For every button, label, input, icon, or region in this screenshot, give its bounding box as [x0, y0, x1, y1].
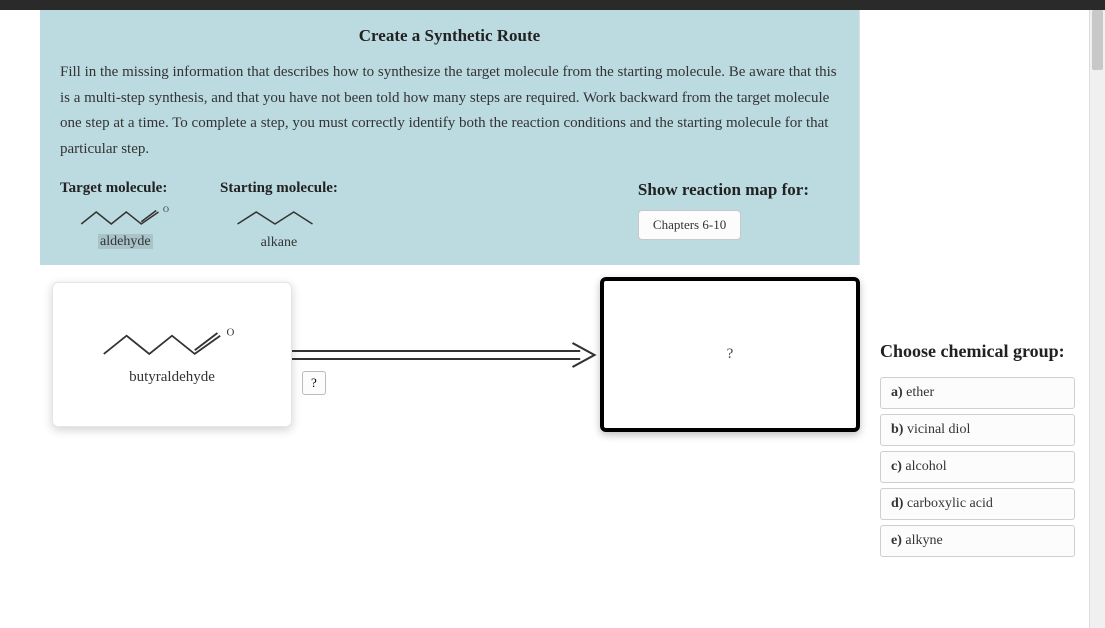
main-area: Create a Synthetic Route Fill in the mis…	[0, 10, 860, 452]
starting-structure-icon	[220, 203, 330, 233]
svg-text:O: O	[163, 205, 169, 214]
product-card[interactable]: O butyraldehyde	[52, 282, 292, 427]
product-name: butyraldehyde	[129, 369, 215, 386]
target-structure-icon: O	[60, 203, 200, 233]
target-name: aldehyde	[60, 233, 200, 250]
choice-e[interactable]: e) alkyne	[880, 525, 1075, 557]
choice-b[interactable]: b) vicinal diol	[880, 414, 1075, 446]
header-panel: Create a Synthetic Route Fill in the mis…	[40, 10, 860, 265]
scrollbar-thumb[interactable]	[1092, 10, 1103, 70]
choice-c[interactable]: c) alcohol	[880, 451, 1075, 483]
page-title: Create a Synthetic Route	[60, 26, 839, 46]
starting-label: Starting molecule:	[220, 180, 338, 197]
choose-label: Choose chemical group:	[880, 340, 1085, 363]
reactant-placeholder: ?	[727, 346, 734, 363]
conditions-placeholder-button[interactable]: ?	[302, 371, 326, 395]
scrollbar-track[interactable]	[1089, 10, 1105, 628]
chapters-button[interactable]: Chapters 6-10	[638, 210, 741, 240]
reaction-map-label: Show reaction map for:	[638, 180, 809, 200]
starting-molecule-block: Starting molecule: alkane	[220, 180, 338, 251]
synthesis-row: O butyraldehyde ? ?	[40, 265, 860, 452]
page-container: Create a Synthetic Route Fill in the mis…	[0, 10, 1105, 562]
choice-d[interactable]: d) carboxylic acid	[880, 488, 1075, 520]
top-bar	[0, 0, 1105, 10]
sidebar: Choose chemical group: a) ether b) vicin…	[860, 10, 1105, 562]
reactant-card[interactable]: ?	[600, 277, 860, 432]
choice-a[interactable]: a) ether	[880, 377, 1075, 409]
instructions-text: Fill in the missing information that des…	[60, 60, 839, 162]
svg-text:O: O	[227, 327, 235, 339]
butyraldehyde-structure-icon: O	[87, 323, 257, 363]
reaction-arrow-block: ?	[292, 325, 600, 385]
target-label: Target molecule:	[60, 180, 200, 197]
target-molecule-block: Target molecule: O aldehyde	[60, 180, 200, 250]
reaction-map-block: Show reaction map for: Chapters 6-10	[638, 180, 839, 240]
reaction-arrow-icon	[292, 340, 600, 370]
molecule-row: Target molecule: O aldehyde Starting mol…	[60, 180, 839, 257]
starting-name: alkane	[220, 235, 338, 251]
